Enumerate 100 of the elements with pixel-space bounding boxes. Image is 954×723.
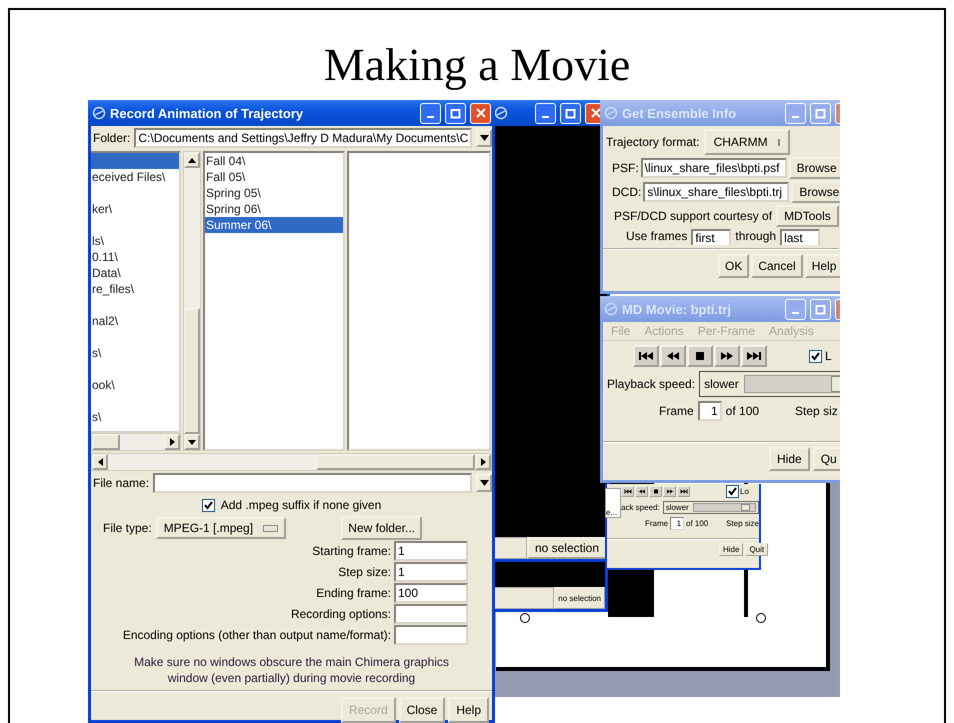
skip-start-button[interactable] [621, 486, 634, 497]
scroll-arrow-button[interactable] [164, 434, 180, 450]
menu-item[interactable]: e... [606, 508, 618, 517]
folder-item[interactable]: Fall 05\ [205, 169, 343, 185]
arrow-right-icon [480, 458, 486, 466]
window-title: Get Ensemble Info [622, 106, 738, 120]
folder-item[interactable]: Fall 04\ [205, 153, 343, 169]
frame-label: Frame [645, 519, 668, 528]
folder-item[interactable]: s\ [91, 409, 179, 425]
folder-item[interactable]: Summer 06\ [205, 217, 343, 233]
scrollbar[interactable] [91, 433, 181, 451]
field-label: Recording options: [290, 607, 391, 621]
folder-item[interactable]: re_files\ [91, 281, 179, 297]
arrow-right-icon [170, 438, 174, 446]
scroll-arrow-button[interactable] [475, 454, 491, 470]
folder-field[interactable]: C:\Documents and Settings\Jeffry D Madura\My Documents\C [134, 128, 472, 148]
menu-indicator-icon [263, 524, 278, 532]
dialog-button[interactable]: Help [448, 697, 489, 723]
scroll-arrow-button[interactable] [184, 434, 200, 450]
folder-item[interactable]: nal2\ [91, 313, 179, 329]
stop-button[interactable] [649, 486, 662, 497]
maximize-button[interactable] [445, 102, 466, 124]
minimize-icon [792, 116, 799, 118]
folder-item[interactable]: ker\ [91, 201, 179, 217]
file-label: DCD: [612, 185, 642, 199]
scrollbar[interactable] [183, 151, 201, 451]
speed-slider[interactable] [692, 503, 756, 512]
dialog-button[interactable]: Quit [745, 543, 768, 556]
checkbox[interactable] [202, 498, 215, 512]
fast-forward-button[interactable] [663, 486, 676, 497]
frame-total: of 100 [726, 404, 760, 418]
field-label: Ending frame: [315, 586, 391, 600]
folder-item[interactable]: eceived Files\ [91, 169, 179, 185]
step-size-label: Step siz [795, 404, 838, 418]
status-button[interactable]: no selection [554, 587, 605, 609]
caret-down-icon [480, 135, 488, 141]
arrow-up-icon [188, 158, 196, 162]
maximize-icon [450, 108, 461, 118]
status-button[interactable]: no selection [526, 537, 607, 559]
new-folder-button[interactable]: New folder... [341, 516, 422, 540]
folder-item[interactable]: 0.11\ [91, 249, 179, 265]
rewind-button[interactable] [635, 486, 648, 497]
checkbox-label: Add .mpeg suffix if none given [220, 498, 382, 512]
frame-total: of 100 [686, 519, 708, 528]
slider-thumb[interactable] [740, 504, 750, 511]
app-icon [494, 106, 508, 120]
dialog-button[interactable]: Hide [719, 543, 744, 556]
speed-label: ack speed: [621, 503, 660, 512]
minimize-button[interactable] [535, 102, 556, 124]
folder-item[interactable]: ook\ [91, 377, 179, 393]
scrollbar[interactable] [91, 453, 492, 471]
checkbox-label: L [825, 349, 833, 363]
dropdown-button[interactable] [476, 474, 492, 492]
field-label: Starting frame: [311, 544, 391, 558]
arrow-left-icon [98, 458, 102, 466]
folder-label: Folder: [93, 131, 130, 145]
maximize-button[interactable] [560, 102, 581, 124]
input-field[interactable]: 1 [394, 541, 468, 561]
close-icon [476, 108, 486, 118]
stop-icon [652, 489, 660, 494]
input-field[interactable]: 100 [394, 583, 468, 603]
credit-text: PSF/DCD support courtesy of [614, 209, 772, 223]
checkbox[interactable] [726, 485, 739, 498]
skip-end-button[interactable] [677, 486, 690, 497]
minimize-icon [792, 312, 799, 314]
window-title: MD Movie: bpti.trj [622, 302, 732, 316]
scroll-arrow-button[interactable] [92, 454, 108, 470]
dialog-button[interactable]: Close [398, 697, 446, 723]
arrow-down-icon [188, 440, 196, 444]
menu-indicator-icon [778, 138, 780, 146]
minimize-button[interactable] [420, 102, 441, 124]
folder-item[interactable]: Spring 06\ [205, 201, 343, 217]
checkbox-label: Lo [740, 487, 749, 496]
skip-start-icon [638, 351, 654, 361]
dropdown-button[interactable] [476, 129, 492, 147]
rewind-icon [638, 489, 646, 494]
speed-label: Playback speed: [607, 377, 696, 391]
window-title: Record Animation of Trajectory [110, 106, 304, 120]
input-field[interactable] [394, 604, 468, 624]
checkmark-icon [728, 487, 737, 496]
input-field[interactable] [394, 625, 468, 645]
scroll-arrow-button[interactable] [184, 152, 200, 168]
file-name-field[interactable] [153, 473, 472, 493]
folder-item[interactable]: s\ [91, 345, 179, 361]
input-field[interactable]: 1 [394, 562, 468, 582]
frame-field[interactable]: 1 [670, 517, 684, 530]
checkmark-icon [811, 352, 820, 360]
folder-item[interactable]: ls\ [91, 233, 179, 249]
folder-item[interactable]: Spring 05\ [205, 185, 343, 201]
maximize-icon [565, 108, 576, 118]
file-type-menu[interactable]: MPEG-1 [.mpeg] [156, 517, 286, 539]
rewind-icon [665, 351, 681, 361]
minimize-icon [542, 116, 549, 118]
close-button[interactable] [470, 102, 491, 124]
format-label: Trajectory format: [606, 135, 700, 149]
fast-forward-icon [666, 489, 674, 494]
folder-item[interactable]: Data\ [91, 265, 179, 281]
caret-down-icon [480, 480, 488, 486]
app-icon [604, 302, 618, 316]
minimize-icon [427, 116, 434, 118]
